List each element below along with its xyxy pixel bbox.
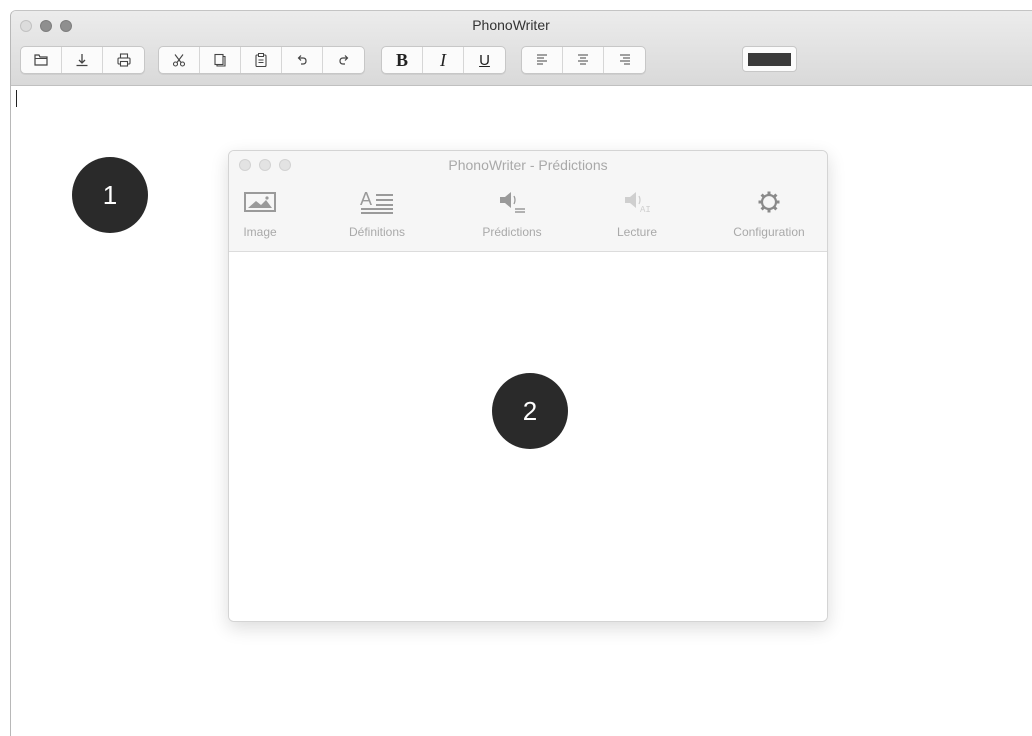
predictions-speaker-icon — [500, 192, 525, 213]
align-center-icon — [578, 54, 588, 65]
print-icon — [116, 53, 131, 67]
tab-label: Définitions — [348, 225, 406, 239]
bold-button[interactable]: B — [382, 47, 423, 73]
open-icon — [34, 54, 48, 66]
paste-icon — [255, 53, 267, 68]
paste-button[interactable] — [241, 47, 282, 73]
svg-text:A: A — [360, 189, 372, 209]
undo-button[interactable] — [282, 47, 323, 73]
callout-badge-2: 2 — [492, 373, 568, 449]
reading-speaker-icon: AI — [625, 192, 651, 214]
cut-icon — [172, 54, 186, 67]
align-left-button[interactable] — [522, 47, 563, 73]
tab-lecture[interactable]: AI Lecture — [605, 189, 669, 245]
gear-icon — [758, 191, 780, 213]
tab-configuration[interactable]: Configuration — [719, 189, 819, 245]
align-left-icon — [537, 54, 547, 65]
cut-button[interactable] — [159, 47, 200, 73]
file-toolbar-group — [20, 46, 145, 74]
copy-icon — [214, 53, 226, 67]
predictions-toolbar: PhonoWriter - Prédictions Image A Défini… — [229, 151, 827, 252]
tab-label: Lecture — [616, 225, 658, 239]
tab-image[interactable]: Image — [234, 189, 286, 245]
format-toolbar-group: B I U — [381, 46, 506, 74]
tab-label: Image — [243, 225, 277, 239]
text-caret — [16, 90, 17, 107]
definitions-icon: A — [360, 189, 393, 214]
window-title: PhonoWriter — [472, 17, 550, 33]
print-button[interactable] — [103, 47, 144, 73]
copy-button[interactable] — [200, 47, 241, 73]
image-icon — [244, 192, 276, 212]
text-color-swatch — [748, 52, 791, 66]
undo-icon — [297, 55, 307, 65]
edit-toolbar-group — [158, 46, 365, 74]
predictions-window-title: PhonoWriter - Prédictions — [448, 157, 608, 173]
tab-predictions[interactable]: Prédictions — [469, 189, 555, 245]
tab-label: Prédictions — [482, 225, 542, 239]
save-button[interactable] — [62, 47, 103, 73]
main-titlebar: PhonoWriter B I U — [11, 11, 1032, 86]
align-center-button[interactable] — [563, 47, 604, 73]
align-right-button[interactable] — [604, 47, 645, 73]
align-right-icon — [619, 54, 630, 65]
open-button[interactable] — [21, 47, 62, 73]
text-color-well[interactable] — [742, 46, 797, 72]
tab-label: Configuration — [733, 225, 805, 239]
align-toolbar-group — [521, 46, 646, 74]
underline-button[interactable]: U — [464, 47, 505, 73]
tab-definitions[interactable]: A Définitions — [337, 189, 417, 245]
italic-button[interactable]: I — [423, 47, 464, 73]
save-icon — [76, 54, 88, 67]
redo-button[interactable] — [323, 47, 364, 73]
svg-text:AI: AI — [640, 205, 651, 214]
callout-badge-1: 1 — [72, 157, 148, 233]
redo-icon — [338, 55, 348, 65]
